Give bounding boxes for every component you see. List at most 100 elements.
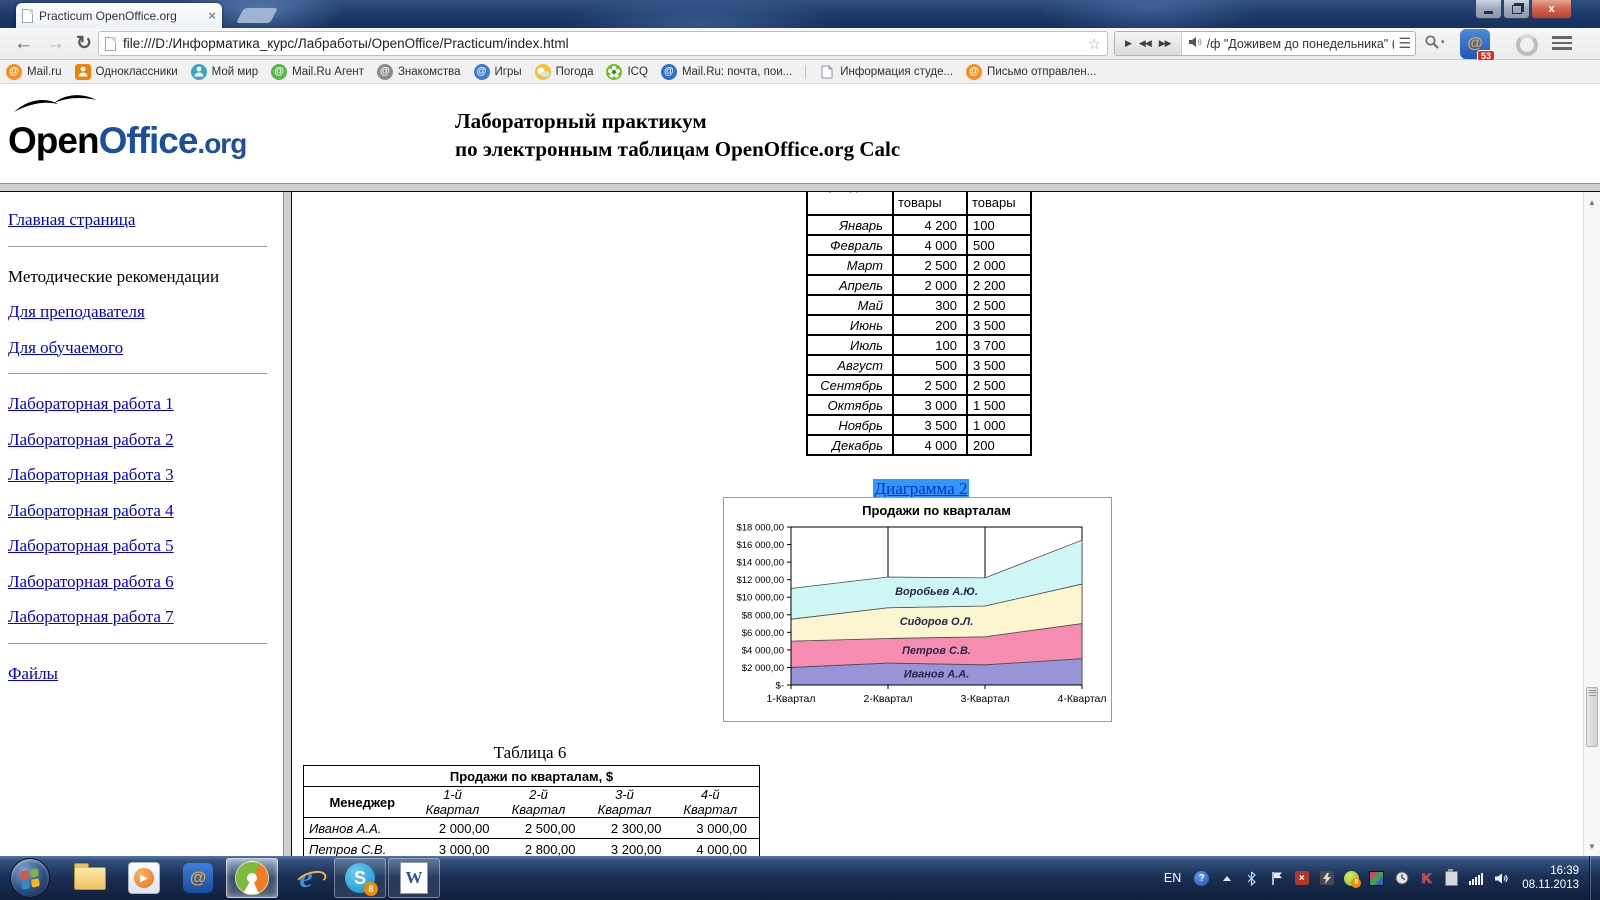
browser-tab[interactable]: Practicum OpenOffice.org × (16, 3, 222, 28)
month-cell: Октябрь (806, 394, 894, 416)
bookmark-item[interactable]: @ Mail.ru (6, 63, 62, 80)
summer-value-cell: 3 500 (966, 354, 1032, 376)
vertical-scrollbar[interactable]: ▲ ▼ (1583, 192, 1600, 856)
network-tray-icon[interactable] (1468, 870, 1485, 887)
page-header-frame: OpenOffice.org Лабораторный практикум по… (0, 85, 1600, 183)
bookmark-item[interactable]: Мой мир (190, 63, 258, 80)
bookmark-star-icon[interactable]: ☆ (1088, 35, 1101, 53)
windows-taskbar: ▶ @ e S 8 W EN ? × 8 K 16:39 08.11.2013 (0, 856, 1600, 900)
fast-forward-icon[interactable]: ▶▶ (1159, 38, 1172, 49)
reload-button[interactable]: ↻ (76, 30, 92, 58)
column-header: Зимние товары (892, 192, 968, 216)
sidebar-divider (8, 245, 267, 247)
search-extension-button[interactable]: ▾ (1424, 34, 1445, 50)
monthly-sales-table: ПериодЗимние товарыЛетние товарыЯнварь4 … (806, 192, 1032, 456)
back-button[interactable]: ← (14, 30, 33, 58)
language-indicator[interactable]: EN (1164, 871, 1181, 885)
table-row: Декабрь 4 000 200 (806, 434, 1032, 456)
volume-tray-icon[interactable] (1493, 870, 1510, 887)
taskbar-app-explorer[interactable] (64, 858, 116, 898)
sidebar-link[interactable]: Файлы (8, 664, 269, 684)
frame-border-horizontal[interactable] (0, 183, 1600, 192)
column-header: Менеджер (303, 786, 416, 818)
minimize-button[interactable] (1475, 0, 1502, 19)
player-menu-icon[interactable]: ☰ (1394, 35, 1415, 52)
month-cell: Июнь (806, 314, 894, 336)
play-icon[interactable]: ▶ (1125, 38, 1132, 49)
y-tick-label: $- (776, 681, 784, 692)
taskbar-app-amigo-browser[interactable] (226, 858, 278, 898)
start-button[interactable] (10, 858, 50, 898)
sidebar-link[interactable]: Лабораторная работа 5 (8, 536, 269, 556)
browser-titlebar: Practicum OpenOffice.org × x (0, 0, 1600, 28)
summer-value-cell: 3 500 (966, 314, 1032, 336)
diagram2-link[interactable]: Диаграмма 2 (872, 479, 970, 499)
sidebar-link[interactable]: Лабораторная работа 3 (8, 465, 269, 485)
error-tray-icon[interactable]: × (1293, 870, 1310, 887)
icq-tray-icon[interactable]: 8 (1343, 870, 1362, 888)
taskbar-app-media-player[interactable]: ▶ (118, 858, 170, 898)
scroll-down-icon[interactable]: ▼ (1584, 838, 1600, 854)
bookmark-item[interactable]: Информация студе... (819, 64, 953, 80)
sidebar-link[interactable]: Для преподавателя (8, 302, 269, 322)
bookmark-item[interactable]: @ Знакомства (376, 63, 461, 80)
y-tick-label: $14 000,00 (736, 558, 784, 569)
taskbar-app-word[interactable]: W (388, 858, 440, 898)
taskbar-app-mailru-agent[interactable]: @ (172, 858, 224, 898)
cell: 3 200,00 (587, 838, 674, 856)
summer-value-cell: 100 (966, 214, 1032, 236)
bookmark-item[interactable]: Погода (534, 63, 593, 80)
bookmark-item[interactable]: ICQ (606, 63, 648, 80)
frame-border-vertical[interactable] (283, 192, 292, 856)
taskbar-clock[interactable]: 16:39 08.11.2013 (1522, 864, 1579, 892)
bookmark-item[interactable]: @ Игры (473, 63, 522, 80)
at-favicon-icon: @ (271, 63, 288, 80)
bookmark-item[interactable]: @ Mail.Ru Агент (271, 63, 364, 80)
taskbar-app-internet-explorer[interactable]: e (280, 858, 332, 898)
sidebar-link[interactable]: Лабораторная работа 4 (8, 501, 269, 521)
url-text[interactable]: file:///D:/Информатика_курс/Лабработы/Op… (123, 36, 1088, 51)
kaspersky-tray-icon[interactable]: K (1418, 870, 1435, 887)
forward-button[interactable]: → (46, 30, 65, 58)
sidebar-link[interactable]: Лабораторная работа 2 (8, 430, 269, 450)
bluetooth-tray-icon[interactable] (1243, 870, 1260, 887)
taskbar-app-skype[interactable]: S8 (334, 858, 386, 898)
clipboard-tray-icon[interactable] (1443, 868, 1460, 887)
address-bar[interactable]: file:///D:/Информатика_курс/Лабработы/Op… (98, 31, 1108, 56)
restore-button[interactable] (1503, 0, 1530, 19)
person-favicon-icon (190, 63, 207, 80)
mailru-extension-icon[interactable]: @ 53 (1460, 29, 1495, 62)
sidebar-link[interactable]: Лабораторная работа 7 (8, 607, 269, 627)
cell: 2 300,00 (587, 817, 674, 839)
browser-menu-icon[interactable] (1552, 36, 1572, 53)
sidebar-link[interactable]: Лабораторная работа 6 (8, 572, 269, 592)
tab-close-icon[interactable]: × (208, 8, 216, 23)
expand-tray-icon[interactable] (1218, 870, 1235, 887)
scrollbar-thumb[interactable] (1586, 687, 1598, 747)
show-desktop-button[interactable] (1589, 856, 1600, 900)
main-content-frame: ПериодЗимние товарыЛетние товарыЯнварь4 … (292, 192, 1583, 856)
bookmark-item[interactable]: @ Письмо отправлен... (966, 63, 1096, 80)
help-tray-icon[interactable]: ? (1193, 870, 1210, 887)
clock-time: 16:39 (1550, 865, 1579, 877)
scroll-up-icon[interactable]: ▲ (1584, 194, 1600, 210)
sidebar-link[interactable]: Для обучаемого (8, 338, 269, 358)
cube-tray-icon[interactable] (1368, 870, 1385, 887)
close-button[interactable]: x (1531, 0, 1572, 19)
sidebar-link[interactable]: Лабораторная работа 1 (8, 394, 269, 414)
flash-tray-icon[interactable] (1318, 870, 1335, 887)
new-tab-button[interactable] (236, 8, 278, 23)
disabled-extension-icon[interactable] (1516, 34, 1538, 56)
gulls-icon (14, 95, 96, 112)
bookmark-item[interactable]: Одноклассники (74, 63, 178, 80)
scheduler-tray-icon[interactable] (1393, 870, 1410, 887)
bookmark-item[interactable]: @ Mail.Ru: почта, пои... (660, 63, 792, 80)
series-label: Петров С.В. (902, 645, 971, 657)
flag-tray-icon[interactable] (1268, 870, 1285, 887)
winter-value-cell: 2 000 (892, 274, 968, 296)
winter-value-cell: 2 500 (892, 374, 968, 396)
speaker-icon[interactable] (1188, 35, 1202, 53)
rewind-icon[interactable]: ◀◀ (1139, 38, 1152, 49)
sidebar-link[interactable]: Главная страница (8, 210, 269, 230)
month-cell: Май (806, 294, 894, 316)
